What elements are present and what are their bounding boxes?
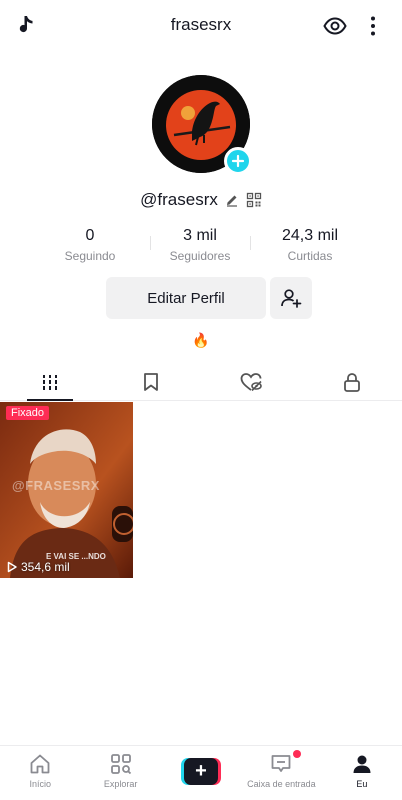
add-friend-icon — [281, 289, 302, 308]
plus-icon — [231, 154, 245, 168]
stat-divider — [250, 236, 251, 250]
stat-likes[interactable]: 24,3 mil Curtidas — [260, 226, 360, 266]
nav-profile[interactable]: Eu — [322, 746, 402, 800]
tab-liked[interactable] — [201, 363, 302, 400]
play-icon — [7, 561, 17, 573]
view-count: 354,6 mil — [6, 560, 70, 574]
eye-icon[interactable] — [322, 13, 348, 39]
avatar[interactable] — [152, 75, 252, 175]
more-vertical-icon[interactable] — [360, 13, 386, 39]
tab-private[interactable] — [302, 363, 402, 400]
video-thumbnail[interactable]: Fixado @FRASESRX E VAI SE ...NDO 354,6 m… — [0, 402, 133, 578]
add-friend-button[interactable] — [270, 277, 312, 319]
explore-icon — [110, 754, 131, 775]
username: @frasesrx — [140, 190, 218, 209]
stat-label: Seguidores — [169, 249, 231, 263]
notification-dot — [293, 750, 302, 758]
stat-value: 24,3 mil — [281, 227, 339, 244]
stat-value: 3 mil — [183, 227, 217, 244]
nav-inbox[interactable]: Caixa de entrada — [241, 746, 321, 800]
nav-label: Explorar — [103, 779, 138, 789]
nav-home[interactable]: Início — [0, 746, 80, 800]
content-tabs — [0, 363, 402, 401]
nav-label: Início — [29, 779, 51, 789]
stat-label: Seguindo — [64, 249, 116, 263]
bottom-navigation: Início Explorar + Caixa de entrada Eu — [0, 745, 402, 800]
stat-followers[interactable]: 3 mil Seguidores — [150, 226, 250, 266]
profile-bio: 🔥 — [192, 332, 210, 348]
stat-value: 0 — [85, 227, 95, 244]
tab-videos[interactable] — [0, 363, 101, 401]
create-plus-icon: + — [181, 758, 222, 785]
profile-icon — [353, 755, 371, 773]
lock-icon — [343, 372, 360, 392]
profile-stats: 0 Seguindo 3 mil Seguidores 24,3 mil Cur… — [40, 226, 360, 266]
top-bar: frasesrx — [0, 0, 402, 52]
qr-code-icon[interactable] — [246, 192, 262, 208]
bookmark-icon — [143, 372, 158, 391]
video-watermark: @FRASESRX — [12, 478, 100, 493]
pinned-badge: Fixado — [6, 406, 50, 420]
edit-profile-button[interactable]: Editar Perfil — [106, 277, 266, 319]
stat-following[interactable]: 0 Seguindo — [40, 226, 140, 266]
inbox-icon — [272, 755, 291, 772]
grid-videos-icon — [43, 374, 58, 390]
nav-label: Eu — [356, 779, 368, 789]
nav-label: Caixa de entrada — [247, 779, 316, 789]
liked-hidden-icon — [240, 372, 263, 391]
pencil-icon[interactable] — [224, 192, 240, 208]
nav-create[interactable]: + — [161, 746, 241, 800]
stat-divider — [150, 236, 151, 250]
home-icon — [30, 754, 50, 774]
tab-favorites[interactable] — [101, 363, 202, 400]
view-count-text: 354,6 mil — [21, 560, 70, 574]
stat-label: Curtidas — [287, 249, 333, 263]
add-avatar-button[interactable] — [224, 147, 252, 175]
username-row: @frasesrx — [0, 188, 402, 212]
nav-explore[interactable]: Explorar — [80, 746, 160, 800]
